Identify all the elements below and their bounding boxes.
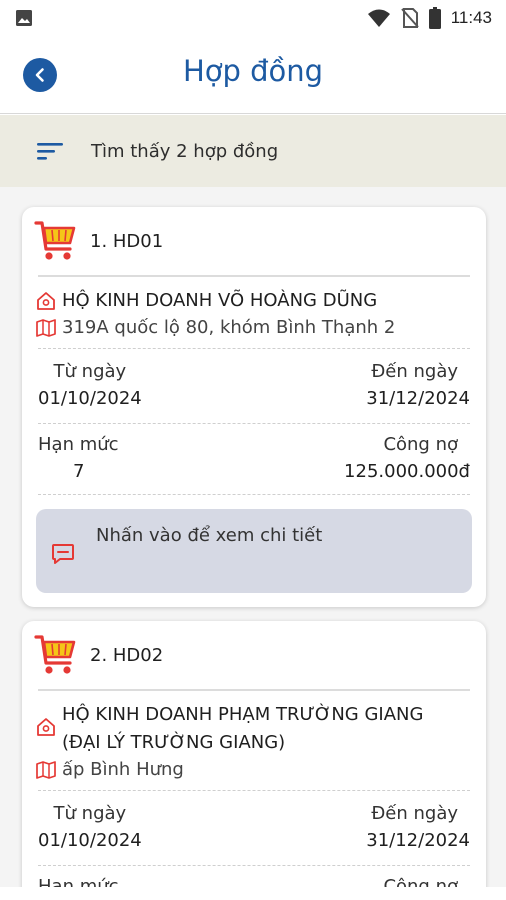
limit-value: 7 [73, 461, 85, 482]
to-date-value: 31/12/2024 [366, 830, 470, 851]
contract-number: 2. HD02 [90, 644, 164, 666]
debt-value: 125.000.000đ [344, 461, 470, 482]
contract-card-header: 2. HD02 [22, 621, 486, 689]
limit-label: Hạn mức [38, 876, 119, 887]
from-date-label: Từ ngày [53, 803, 127, 824]
from-date-value: 01/10/2024 [38, 388, 142, 409]
debt-label: Công nợ [383, 876, 458, 887]
no-sim-icon [400, 8, 419, 28]
battery-icon [428, 7, 441, 29]
wifi-icon [367, 9, 390, 27]
map-icon [36, 760, 56, 779]
contract-card-header: 1. HD01 [22, 207, 486, 275]
status-time: 11:43 [450, 8, 492, 27]
from-date-value: 01/10/2024 [38, 830, 142, 851]
divider [38, 494, 470, 495]
to-date-value: 31/12/2024 [366, 388, 470, 409]
home-icon [37, 718, 55, 736]
filter-icon[interactable] [37, 141, 65, 161]
cart-icon [34, 221, 76, 260]
image-icon [16, 10, 32, 26]
contract-card[interactable]: 2. HD02 HỘ KINH DOANH PHẠM TRƯỜNG GIANG … [22, 621, 486, 887]
home-icon [37, 292, 55, 310]
status-bar: 11:43 [0, 0, 506, 36]
view-detail-hint: Nhấn vào để xem chi tiết [96, 525, 323, 546]
from-date-label: Từ ngày [53, 361, 127, 382]
limit-label: Hạn mức [38, 434, 119, 455]
filter-bar: Tìm thấy 2 hợp đồng [0, 115, 506, 187]
contract-list[interactable]: 1. HD01 HỘ KINH DOANH VÕ HOÀNG DŨNG 319A… [0, 187, 506, 887]
contract-number: 1. HD01 [90, 230, 164, 252]
business-name-line-2: (ĐẠI LÝ TRƯỜNG GIANG) [62, 732, 286, 753]
app-header: Hợp đồng [0, 36, 506, 114]
contract-card[interactable]: 1. HD01 HỘ KINH DOANH VÕ HOÀNG DŨNG 319A… [22, 207, 486, 607]
debt-label: Công nợ [383, 434, 458, 455]
message-icon [52, 544, 74, 564]
business-address: 319A quốc lộ 80, khóm Bình Thạnh 2 [62, 317, 396, 338]
to-date-label: Đến ngày [371, 803, 458, 824]
business-name: HỘ KINH DOANH VÕ HOÀNG DŨNG [62, 290, 378, 311]
to-date-label: Đến ngày [371, 361, 458, 382]
cart-icon [34, 635, 76, 674]
page-title: Hợp đồng [182, 54, 324, 88]
business-name-line-1: HỘ KINH DOANH PHẠM TRƯỜNG GIANG [62, 704, 424, 725]
business-address: ấp Bình Hưng [62, 759, 184, 780]
map-icon [36, 318, 56, 337]
result-count: Tìm thấy 2 hợp đồng [91, 140, 279, 162]
view-detail-button[interactable]: Nhấn vào để xem chi tiết [36, 509, 472, 593]
